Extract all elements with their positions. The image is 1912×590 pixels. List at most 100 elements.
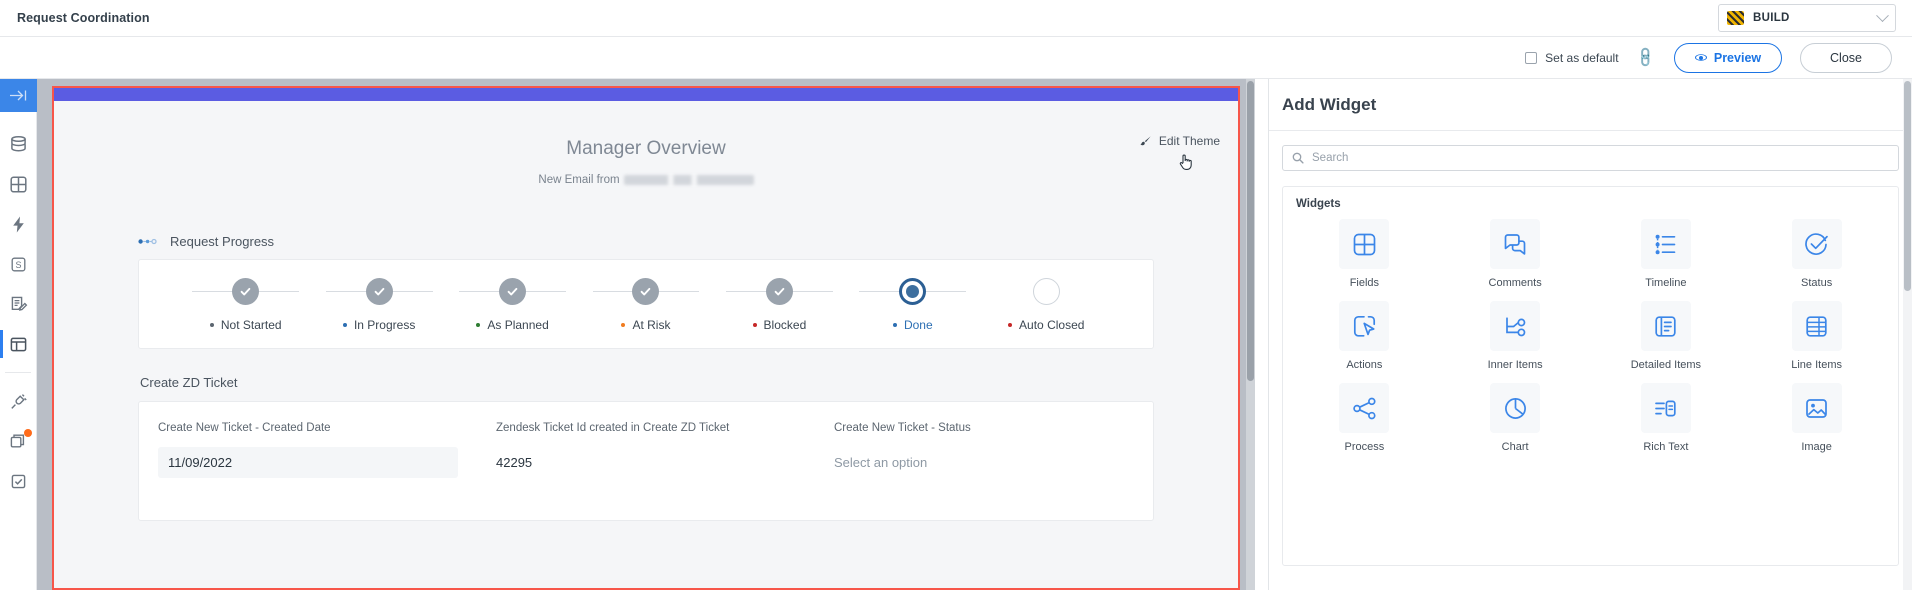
step-label: Done [892, 318, 933, 332]
step-circle-current[interactable] [899, 278, 927, 305]
grid-icon [10, 175, 27, 193]
build-mode-label: BUILD [1753, 12, 1790, 24]
widget-fields[interactable]: Fields [1289, 219, 1440, 290]
edit-theme-button[interactable]: Edit Theme [1139, 134, 1220, 148]
sidebar-item-layout[interactable] [0, 324, 37, 364]
hero-subtitle: New Email from [54, 174, 1238, 186]
stepper-step[interactable]: Blocked [713, 260, 846, 348]
widget-line-items[interactable]: Line Items [1741, 301, 1892, 372]
sidebar-item-copies[interactable] [0, 421, 37, 461]
line-items-icon [1806, 315, 1827, 337]
inner-items-icon [1505, 316, 1525, 336]
widget-process[interactable]: Process [1289, 383, 1440, 454]
panel-scrollbar-track[interactable] [1903, 79, 1912, 590]
sidebar-item-form-edit[interactable] [0, 284, 37, 324]
sidebar-item-integrations[interactable] [0, 381, 37, 421]
widget-tile [1339, 301, 1390, 351]
widget-tile [1640, 383, 1691, 433]
layout-icon [10, 337, 27, 351]
check-icon [240, 287, 251, 296]
collapse-arrow-icon [10, 90, 27, 101]
widget-label: Chart [1501, 441, 1529, 453]
preview-button[interactable]: Preview [1674, 42, 1782, 73]
sidebar-item-s-badge[interactable]: S [0, 244, 37, 284]
ticket-status-select[interactable]: Select an option [834, 447, 1153, 478]
search-input[interactable]: Search [1282, 145, 1899, 171]
task-check-icon [11, 474, 26, 488]
step-circle-complete[interactable] [499, 278, 527, 305]
detailed-items-icon [1655, 315, 1677, 337]
widget-timeline[interactable]: Timeline [1591, 219, 1742, 290]
widget-tile [1339, 219, 1390, 269]
stepper-step[interactable]: In Progress [312, 260, 445, 348]
panel-scrollbar-thumb[interactable] [1904, 81, 1911, 291]
sidebar-item-tasks[interactable] [0, 461, 37, 501]
bolt-icon [13, 216, 24, 232]
set-as-default-checkbox[interactable]: Set as default [1525, 51, 1619, 65]
widget-actions[interactable]: Actions [1289, 301, 1440, 372]
widget-chart[interactable]: Chart [1440, 383, 1591, 454]
created-date-field[interactable]: 11/09/2022 [158, 447, 458, 478]
widget-tile [1339, 383, 1390, 433]
build-mode-select[interactable]: BUILD [1718, 4, 1896, 32]
status-dot [752, 323, 757, 327]
action-bar: Set as default 🔗 Preview Close [0, 37, 1912, 79]
widget-label: Process [1344, 441, 1385, 453]
status-dot [621, 323, 626, 327]
add-widget-panel: Add Widget Search Widgets Fields Comment… [1268, 79, 1912, 590]
request-progress-widget[interactable]: Not Started In Progress As Planned At Ri… [138, 259, 1154, 349]
notification-badge [24, 429, 32, 437]
step-label-text: Not Started [220, 318, 282, 332]
status-dot [476, 323, 481, 327]
widget-label: Inner Items [1487, 359, 1543, 371]
stepper-step[interactable]: Auto Closed [980, 260, 1113, 348]
stepper-step[interactable]: Not Started [179, 260, 312, 348]
widget-comments[interactable]: Comments [1440, 219, 1591, 290]
widget-rich-text[interactable]: Rich Text [1591, 383, 1742, 454]
rail-collapse-button[interactable] [0, 79, 37, 112]
canvas-scrollbar-track[interactable] [1246, 79, 1255, 590]
step-circle-complete[interactable] [765, 278, 793, 305]
link-icon[interactable]: 🔗 [1633, 45, 1657, 69]
step-circle-complete[interactable] [365, 278, 393, 305]
svg-text:S: S [15, 260, 21, 270]
create-zd-ticket-widget[interactable]: Create New Ticket - Created Date 11/09/2… [138, 401, 1154, 521]
stepper-step[interactable]: At Risk [579, 260, 712, 348]
rail-divider [5, 372, 31, 373]
step-label: As Planned [476, 318, 549, 332]
widgets-group-title: Widgets [1296, 198, 1341, 210]
step-circle-empty[interactable] [1032, 278, 1060, 305]
step-label: Not Started [209, 318, 282, 332]
fields-icon [1353, 233, 1376, 255]
sidebar-item-grid[interactable] [0, 164, 37, 204]
status-dot [1008, 323, 1013, 327]
edit-theme-label: Edit Theme [1158, 134, 1220, 148]
page-preview: Manager Overview New Email from Edit The… [52, 86, 1240, 590]
widget-status[interactable]: Status [1741, 219, 1892, 290]
close-label: Close [1830, 50, 1862, 65]
widget-detailed-items[interactable]: Detailed Items [1591, 301, 1742, 372]
paintbrush-icon [1140, 135, 1151, 145]
step-circle-complete[interactable] [232, 278, 260, 305]
canvas-scrollbar-thumb[interactable] [1247, 81, 1254, 381]
ticket-id-field[interactable]: 42295 [496, 447, 815, 478]
step-circle-complete[interactable] [632, 278, 660, 305]
builder-canvas: Manager Overview New Email from Edit The… [37, 79, 1255, 590]
timeline-icon [1655, 234, 1676, 254]
sidebar-item-database[interactable] [0, 124, 37, 164]
widget-label: Comments [1488, 277, 1542, 289]
field-group: Create New Ticket - Created Date 11/09/2… [139, 422, 477, 520]
hero-header-widget[interactable]: Manager Overview New Email from Edit The… [54, 101, 1238, 216]
s-badge-icon: S [11, 257, 26, 271]
stepper-step[interactable]: As Planned [446, 260, 579, 348]
field-group: Zendesk Ticket Id created in Create ZD T… [477, 422, 815, 520]
step-label: Auto Closed [1008, 318, 1084, 332]
stepper-step[interactable]: Done [846, 260, 979, 348]
close-button[interactable]: Close [1800, 42, 1892, 73]
build-swatch-icon [1727, 11, 1744, 25]
sidebar-item-automation[interactable] [0, 204, 37, 244]
widget-image[interactable]: Image [1741, 383, 1892, 454]
eye-icon [1695, 52, 1707, 64]
widget-inner-items[interactable]: Inner Items [1440, 301, 1591, 372]
step-label: In Progress [342, 318, 415, 332]
